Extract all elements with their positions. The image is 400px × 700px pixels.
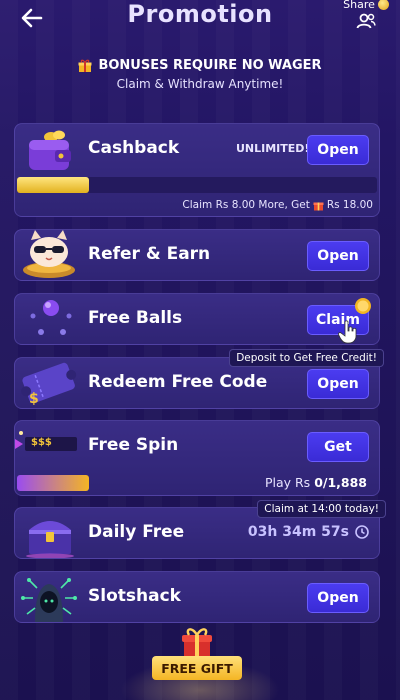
treasure-chest-icon [21,512,79,559]
slotshack-open-button[interactable]: Open [307,583,369,613]
free-spin-progress-bar [17,475,89,491]
gift-box-icon [182,628,212,658]
free-balls-label: Free Balls [88,308,183,328]
deposit-tooltip: Deposit to Get Free Credit! [229,349,384,367]
spin-cash-icon: $$$ [15,429,81,459]
small-gift-icon [313,202,324,210]
clock-icon [355,525,369,539]
gift-icon [78,59,92,72]
slotshack-label: Slotshack [88,586,181,606]
svg-text:$: $ [29,391,39,407]
free-spin-footer: Play Rs 0/1,888 [265,475,367,490]
refer-earn-label: Refer & Earn [88,244,211,264]
cashback-progress-bar [17,177,377,193]
users-icon [356,13,376,29]
wallet-icon [23,128,79,172]
bonus-notice-text: BONUSES REQUIRE NO WAGER [98,58,322,73]
daily-free-label: Daily Free [88,522,185,542]
free-gift-button[interactable]: FREE GIFT [152,626,248,686]
unlimited-badge: UNLIMITED! [236,142,310,155]
bonus-notice-headline: BONUSES REQUIRE NO WAGER [0,58,400,73]
hand-pointer-icon [337,320,359,344]
share-label-row: Share [342,0,390,11]
free-spin-footer-prefix: Play Rs [264,475,311,490]
daily-claim-tooltip: Claim at 14:00 today! [257,500,386,518]
cashback-footer: Claim Rs 8.00 More, Get Rs 18.00 [182,199,373,211]
cashback-card[interactable]: Cashback UNLIMITED! Open Claim Rs 8.00 M… [14,123,380,217]
redeem-code-open-button[interactable]: Open [307,369,369,399]
slotshack-card[interactable]: Slotshack Open [14,571,380,623]
cashback-footer-prefix: Claim Rs 8.00 More, Get [182,199,310,211]
redeem-code-label: Redeem Free Code [88,372,268,392]
bonus-notice: BONUSES REQUIRE NO WAGER Claim & Withdra… [0,58,400,91]
cashback-open-button[interactable]: Open [307,135,369,165]
free-spin-get-button[interactable]: Get [307,432,369,462]
free-spin-label: Free Spin [88,435,179,455]
refer-earn-card[interactable]: Refer & Earn Open [14,229,380,281]
coin-icon [377,0,389,10]
ticket-icon: $ [17,357,81,411]
free-spin-footer-value: 0/1,888 [314,475,367,490]
spin-cash-text: $$$ [31,437,52,448]
free-gift-label: FREE GIFT [152,656,242,680]
free-balls-card[interactable]: Free Balls Claim [14,293,380,345]
refer-earn-open-button[interactable]: Open [307,241,369,271]
free-spin-progress-fill [17,475,89,491]
cat-icon [19,228,79,280]
cashback-footer-reward: Rs 18.00 [326,199,373,211]
share-label: Share [343,0,375,11]
cashback-progress-fill [17,177,89,193]
free-spin-card[interactable]: $$$ Free Spin Get Play Rs 0/1,888 [14,420,380,496]
balls-icon [23,296,79,344]
daily-timer-text: 03h 34m 57s [247,524,349,540]
header-bar: Promotion Share [0,0,400,48]
coin-icon [353,296,373,316]
bonus-notice-subtext: Claim & Withdraw Anytime! [116,77,284,91]
share-button[interactable]: Share [342,0,390,32]
hacker-icon [19,572,79,624]
daily-free-timer: 03h 34m 57s [248,524,369,540]
page-title: Promotion [127,0,273,28]
cashback-label: Cashback [88,138,180,158]
